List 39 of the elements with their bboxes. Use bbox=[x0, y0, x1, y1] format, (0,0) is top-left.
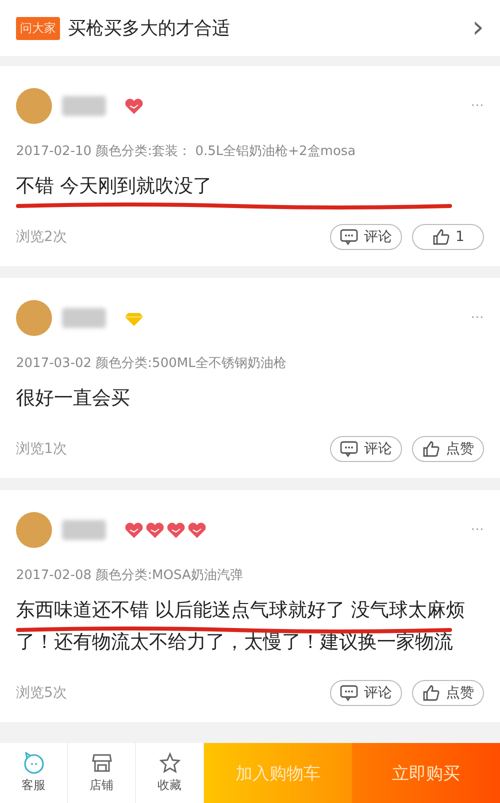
blurred-username bbox=[62, 308, 106, 328]
heart-icon bbox=[145, 521, 165, 539]
review-meta: 2017-02-10 颜色分类:套装： 0.5L全铝奶油枪+2盒mosa bbox=[16, 143, 357, 160]
chevron-icon[interactable]: › bbox=[472, 13, 484, 43]
star-icon bbox=[158, 752, 180, 774]
avatar bbox=[16, 300, 52, 336]
chat-bubble-icon bbox=[22, 752, 44, 774]
heart-icon bbox=[124, 521, 144, 539]
blurred-username bbox=[62, 96, 106, 116]
heart-icon bbox=[124, 97, 144, 115]
view-count: 浏览1次 bbox=[16, 440, 68, 458]
avatar bbox=[16, 88, 52, 124]
comment-button[interactable]: 评论 bbox=[330, 436, 402, 462]
comment-button[interactable]: 评论 bbox=[330, 224, 402, 250]
like-button[interactable]: 点赞 bbox=[412, 436, 484, 462]
blurred-username bbox=[62, 520, 106, 540]
review-meta: 2017-03-02 颜色分类:500ML全不锈钢奶油枪 bbox=[16, 355, 288, 372]
question-title: 买枪买多大的才合适 bbox=[68, 17, 231, 40]
like-button[interactable]: 1 bbox=[412, 224, 484, 250]
question-bar[interactable]: 问大家 买枪买多大的才合适 › bbox=[0, 0, 500, 56]
ask-badge: 问大家 bbox=[16, 16, 60, 40]
view-count: 浏览2次 bbox=[16, 228, 68, 246]
view-count: 浏览5次 bbox=[16, 684, 68, 702]
comment-button[interactable]: 评论 bbox=[330, 680, 402, 706]
avatar bbox=[16, 512, 52, 548]
thumbs-up-icon bbox=[432, 228, 450, 246]
thumbs-up-icon bbox=[422, 684, 440, 702]
thumbs-up-icon bbox=[422, 440, 440, 458]
comment-icon bbox=[340, 229, 358, 245]
heart-icon bbox=[187, 521, 207, 539]
comment-icon bbox=[340, 685, 358, 701]
review-meta: 2017-02-08 颜色分类:MOSA奶油汽弹 bbox=[16, 567, 244, 584]
review-text: 东西味道还不错 以后能送点气球就好了 没气球太麻烦了！还有物流太不给力了，太慢了！建议换一家物流 bbox=[16, 598, 466, 655]
like-button[interactable]: 点赞 bbox=[412, 680, 484, 706]
shop-icon bbox=[90, 752, 112, 774]
review-text: 很好一直会买 bbox=[16, 386, 131, 411]
comment-icon bbox=[340, 441, 358, 457]
heart-icon bbox=[166, 521, 186, 539]
review-text: 不错 今天刚到就吹没了 bbox=[16, 174, 214, 199]
